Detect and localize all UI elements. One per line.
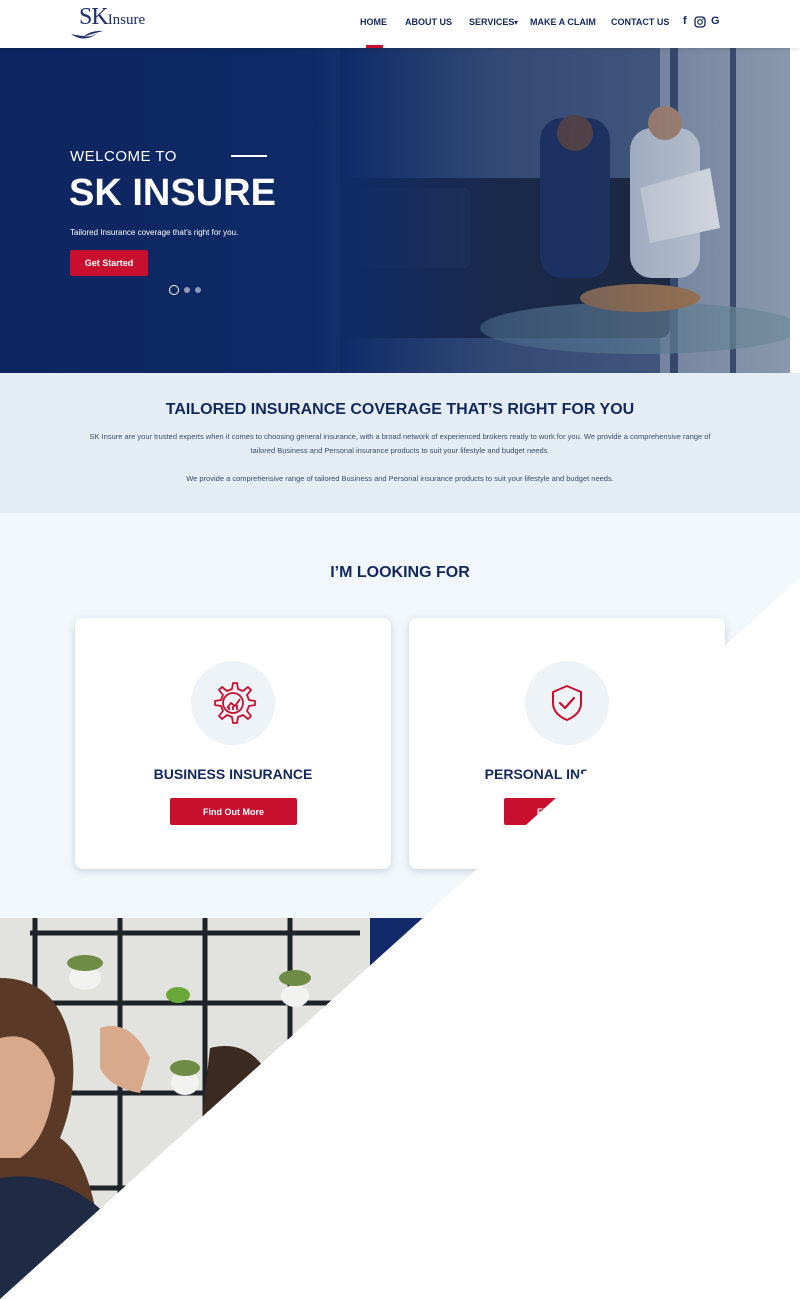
office-photo: [0, 918, 370, 1299]
shield-check-icon: [552, 685, 582, 721]
hero-banner: WELCOME TO SK INSURE Tailored Insurance …: [0, 48, 790, 373]
hero-title: SK INSURE: [69, 172, 276, 214]
carousel-dots: [169, 285, 201, 295]
icon-circle: [191, 661, 275, 745]
card-title: PERSONAL INSURANCE: [484, 766, 650, 782]
google-icon[interactable]: G: [711, 15, 720, 27]
bottom-banner: [0, 918, 800, 1299]
card-title: BUSINESS INSURANCE: [153, 766, 313, 782]
find-out-more-button[interactable]: Find Out More: [504, 798, 631, 825]
intro-heading: TAILORED INSURANCE COVERAGE THAT’S RIGHT…: [165, 401, 635, 418]
active-nav-indicator: [366, 45, 383, 48]
looking-for-section: I’M LOOKING FOR BUSINESS INSURANCE Find …: [0, 513, 800, 918]
icon-circle: [525, 661, 609, 745]
hero-subtitle: Tailored Insurance coverage that's right…: [70, 228, 239, 237]
get-started-button[interactable]: Get Started: [70, 250, 148, 276]
instagram-icon[interactable]: [694, 15, 706, 33]
facebook-icon[interactable]: f: [683, 15, 687, 27]
nav-home[interactable]: HOME: [360, 17, 387, 27]
hero-photo: [340, 48, 790, 373]
logo-mark: SK: [79, 4, 109, 30]
welcome-divider: [231, 155, 267, 157]
personal-insurance-card[interactable]: PERSONAL INSURANCE Find Out More: [409, 618, 725, 869]
top-navbar: SKInsure HOME ABOUT US SERVICES ▾ MAKE A…: [0, 0, 800, 48]
carousel-dot-1[interactable]: [169, 285, 179, 295]
nav-make-a-claim[interactable]: MAKE A CLAIM: [530, 17, 596, 27]
nav-services[interactable]: SERVICES: [469, 17, 514, 27]
nav-contact-us[interactable]: CONTACT US: [611, 17, 669, 27]
intro-section: TAILORED INSURANCE COVERAGE THAT’S RIGHT…: [0, 373, 800, 513]
find-out-more-button[interactable]: Find Out More: [170, 798, 297, 825]
looking-for-heading: I’M LOOKING FOR: [330, 564, 470, 581]
business-insurance-card[interactable]: BUSINESS INSURANCE Find Out More: [75, 618, 391, 869]
logo-wordmark: Insure: [107, 12, 146, 28]
carousel-dot-3[interactable]: [195, 287, 201, 293]
intro-paragraph-1: SK Insure are your trusted experts when …: [89, 432, 711, 455]
logo[interactable]: SKInsure: [69, 4, 149, 40]
intro-paragraph-2: We provide a comprehensive range of tail…: [186, 474, 614, 483]
hero-welcome: WELCOME TO: [70, 148, 177, 165]
chevron-down-icon[interactable]: ▾: [514, 18, 518, 27]
gear-chart-icon: [214, 682, 256, 724]
carousel-dot-2[interactable]: [184, 287, 190, 293]
nav-about-us[interactable]: ABOUT US: [405, 17, 452, 27]
